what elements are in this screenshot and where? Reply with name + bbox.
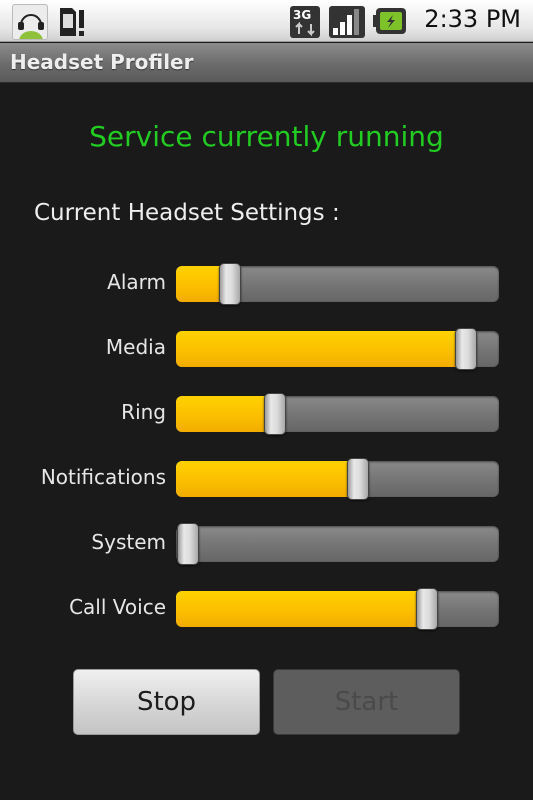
slider-thumb[interactable] [263, 393, 286, 435]
slider-label: Ring [121, 400, 166, 424]
start-button[interactable]: Start [273, 669, 460, 735]
slider-fill [176, 396, 275, 432]
slider-label: Alarm [107, 270, 166, 294]
slider-fill [176, 591, 428, 627]
signal-strength-icon [329, 4, 365, 38]
slider-row-notifications: Notifications [0, 457, 533, 501]
sim-alert-icon [58, 4, 86, 38]
media-volume-slider[interactable] [176, 328, 499, 370]
svg-text:3G: 3G [293, 8, 311, 22]
slider-label: Media [105, 335, 166, 359]
slider-thumb[interactable] [347, 458, 370, 500]
service-status-text: Service currently running [89, 120, 444, 153]
settings-heading: Current Headset Settings : [34, 200, 340, 226]
slider-label: Notifications [40, 465, 166, 489]
slider-thumb[interactable] [218, 263, 241, 305]
slider-fill [176, 461, 359, 497]
headset-app-icon [12, 4, 48, 40]
battery-charging-icon [373, 6, 407, 36]
slider-row-media: Media [0, 327, 533, 371]
status-bar[interactable]: 3G 2:33 PM [0, 0, 533, 42]
ring-volume-slider[interactable] [176, 393, 499, 435]
slider-row-ring: Ring [0, 392, 533, 436]
slider-thumb[interactable] [416, 588, 439, 630]
app-title: Headset Profiler [10, 50, 194, 74]
slider-row-system: System [0, 522, 533, 566]
slider-row-call-voice: Call Voice [0, 587, 533, 631]
alarm-volume-slider[interactable] [176, 263, 499, 305]
system-volume-slider[interactable] [176, 523, 499, 565]
app-title-bar: Headset Profiler [0, 43, 533, 83]
slider-thumb[interactable] [455, 328, 478, 370]
notifications-volume-slider[interactable] [176, 458, 499, 500]
slider-thumb[interactable] [177, 523, 199, 565]
slider-label: Call Voice [69, 595, 166, 619]
stop-button[interactable]: Stop [73, 669, 260, 735]
3g-data-icon: 3G [290, 4, 320, 38]
call-voice-volume-slider[interactable] [176, 588, 499, 630]
slider-label: System [91, 530, 166, 554]
slider-row-alarm: Alarm [0, 262, 533, 306]
status-clock: 2:33 PM [424, 5, 521, 33]
slider-fill [176, 331, 467, 367]
